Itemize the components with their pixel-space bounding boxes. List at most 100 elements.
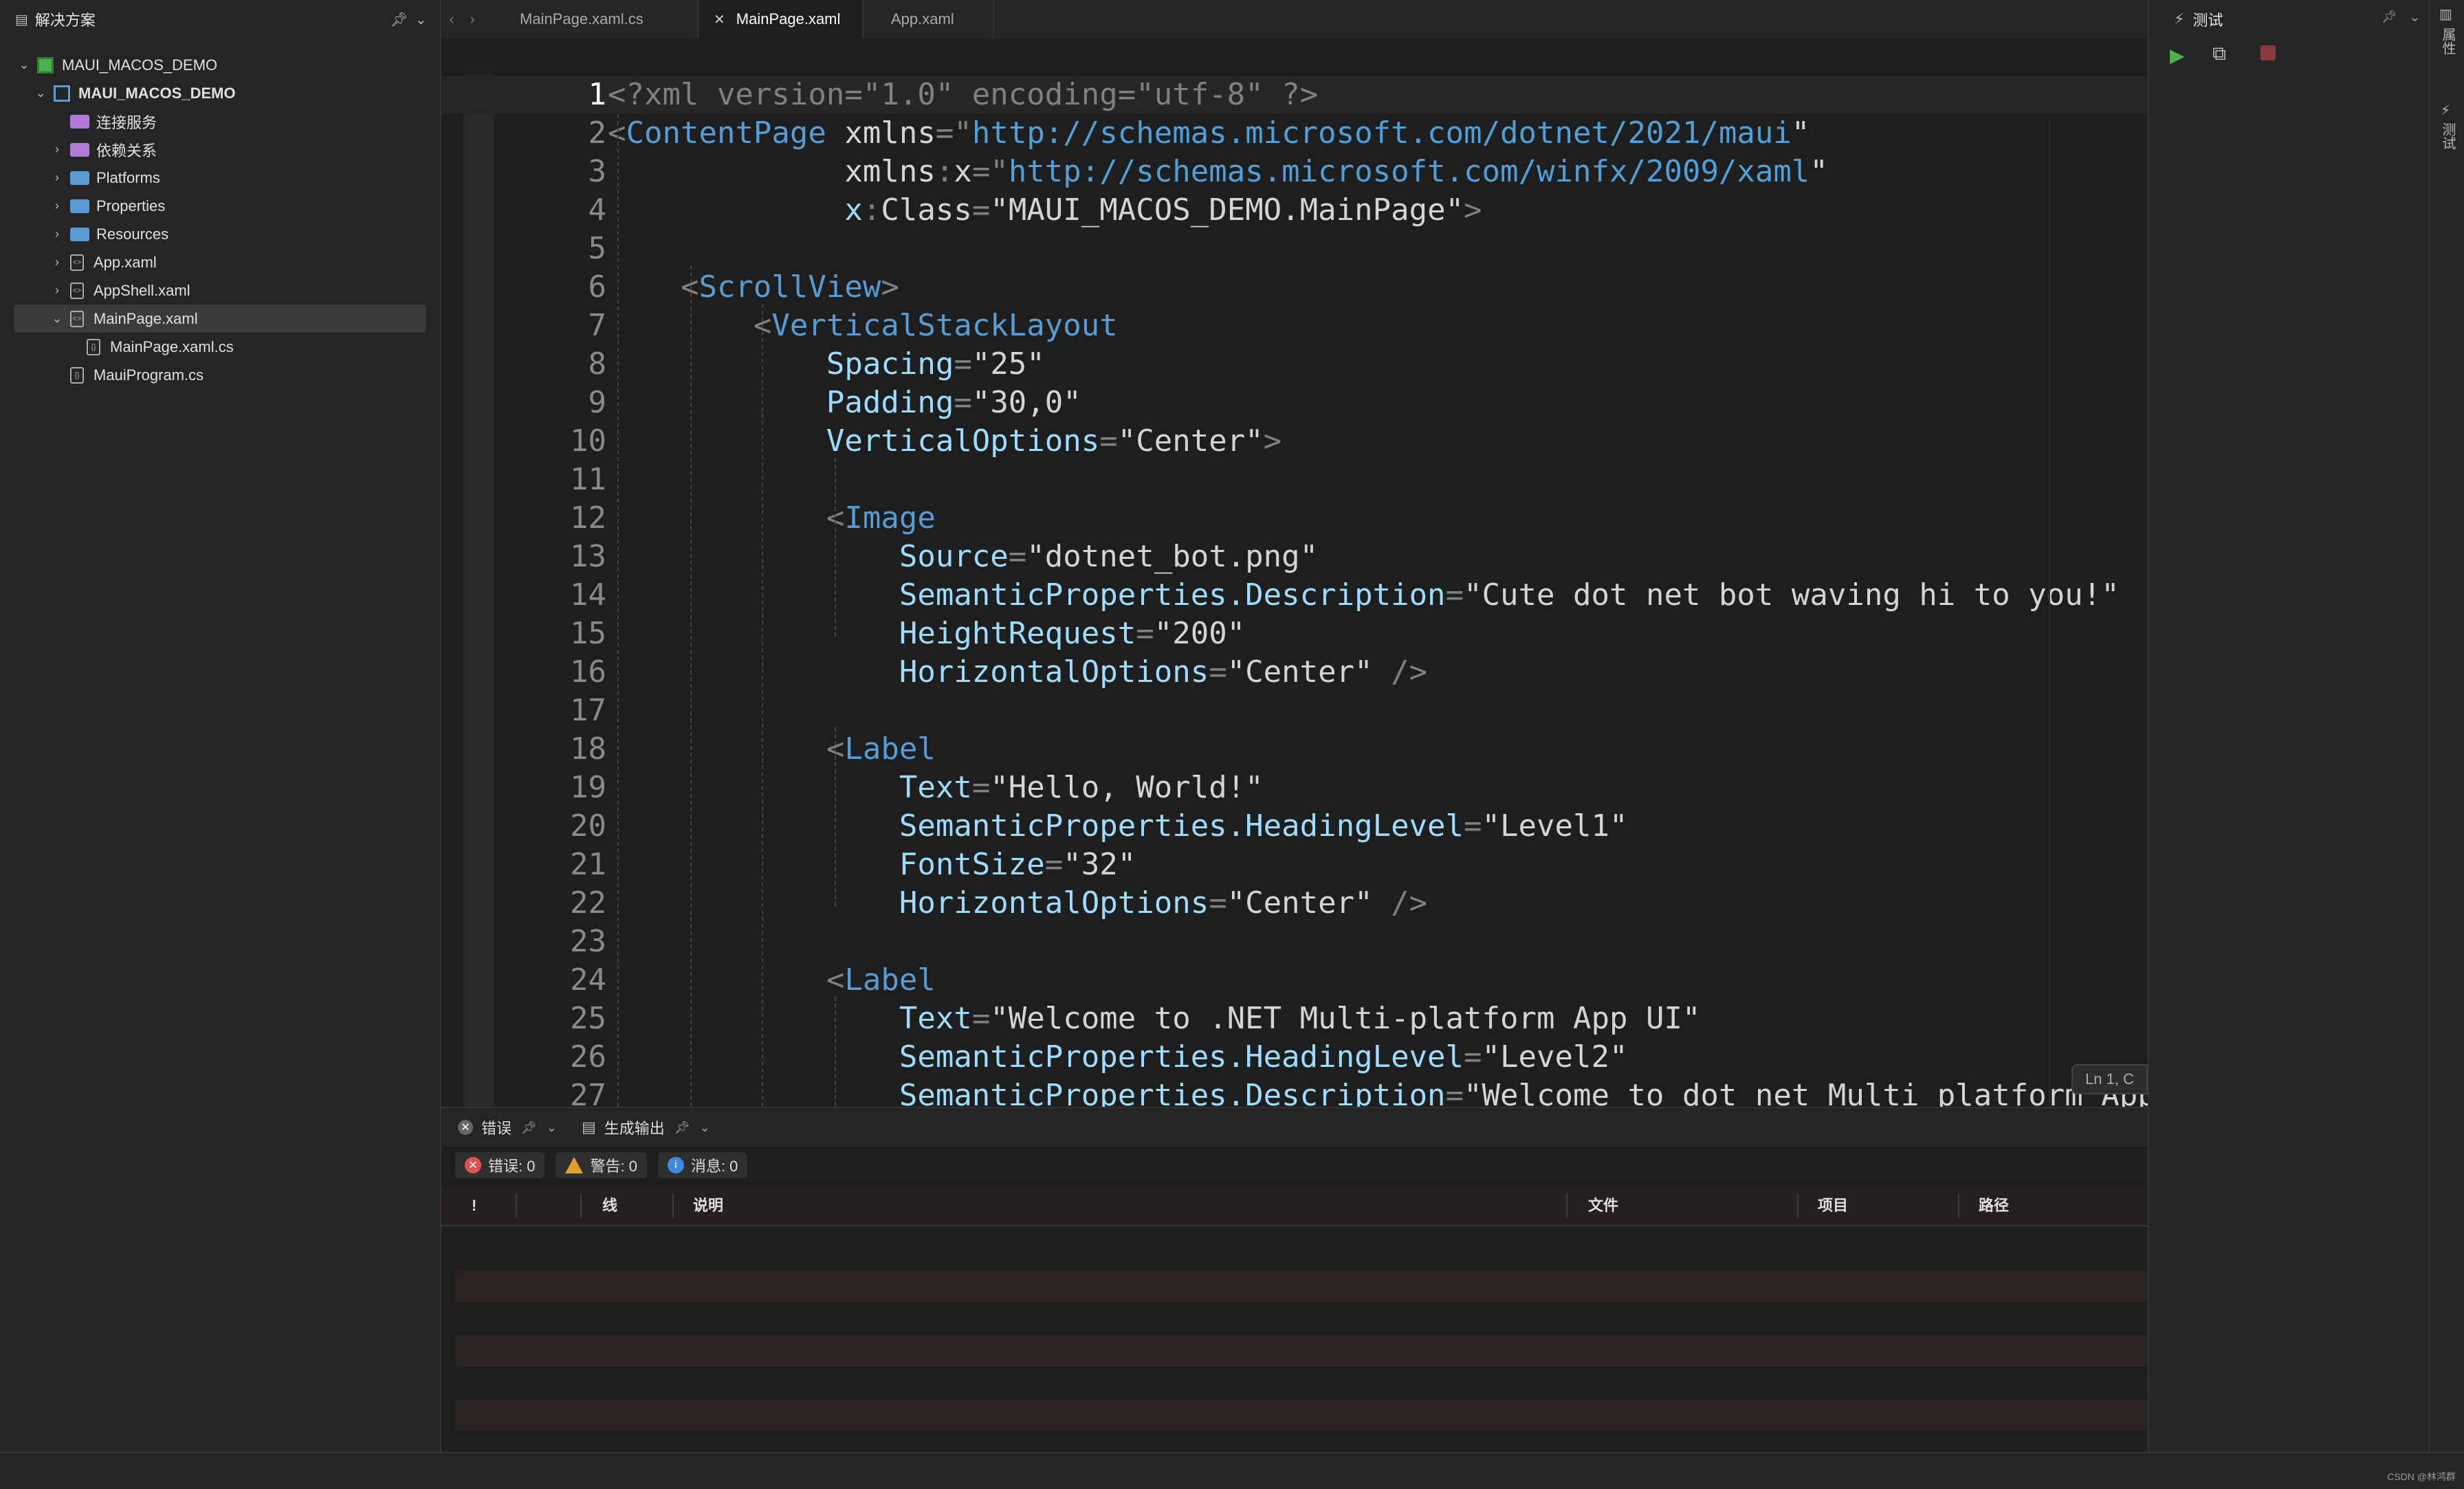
- code-line[interactable]: 22 HorizontalOptions="Center" />: [441, 884, 2148, 923]
- code-line[interactable]: 24 <Label: [441, 961, 2148, 1000]
- code-line[interactable]: 9 Padding="30,0": [441, 384, 2148, 422]
- cursor-position-badge: Ln 1, C: [2071, 1064, 2148, 1094]
- tree-item-label: 依赖关系: [96, 142, 157, 159]
- pin-icon[interactable]: 📌︎: [674, 1121, 690, 1135]
- chevron-down-icon[interactable]: ⌄: [16, 58, 32, 72]
- pin-icon[interactable]: 📌︎: [390, 11, 408, 28]
- code-line[interactable]: 4 x:Class="MAUI_MACOS_DEMO.MainPage">: [441, 191, 2148, 230]
- tree-item-platforms[interactable]: › Platforms: [0, 164, 440, 192]
- tree-item-maui-macos-demo[interactable]: ⌄ MAUI_MACOS_DEMO: [0, 79, 440, 107]
- tree-item-properties[interactable]: › Properties: [0, 192, 440, 220]
- run-tests-icon[interactable]: ▶︎: [2170, 44, 2185, 67]
- code-editor[interactable]: 1 <?xml version="1.0" encoding="utf-8" ?>…: [441, 38, 2148, 1107]
- code-line[interactable]: 7 <VerticalStackLayout: [441, 307, 2148, 345]
- chevron-right-icon[interactable]: ›: [50, 170, 65, 185]
- code-line[interactable]: 2 <ContentPage xmlns="http://schemas.micr…: [441, 114, 2148, 153]
- code-line[interactable]: 20 SemanticProperties.HeadingLevel="Leve…: [441, 807, 2148, 846]
- tree-item-appshell-xaml[interactable]: › <> AppShell.xaml: [0, 276, 440, 305]
- column-description[interactable]: 说明: [693, 1187, 723, 1225]
- error-list-row-empty: [455, 1270, 2148, 1302]
- code-line[interactable]: 17: [441, 692, 2148, 730]
- code-line[interactable]: 8 Spacing="25": [441, 345, 2148, 384]
- code-line[interactable]: 21 FontSize="32": [441, 846, 2148, 884]
- messages-filter-button[interactable]: i 消息: 0: [657, 1152, 748, 1178]
- code-text: Text="Hello, World!": [608, 770, 1264, 805]
- code-line[interactable]: 5: [441, 230, 2148, 268]
- tree-item-mauiprogram-cs[interactable]: {} MauiProgram.cs: [0, 361, 440, 389]
- code-line[interactable]: 14 SemanticProperties.Description="Cute …: [441, 576, 2148, 615]
- side-tab-properties[interactable]: 属性: [2438, 27, 2458, 55]
- errors-filter-button[interactable]: ✕ 错误: 0: [455, 1152, 545, 1178]
- stop-tests-icon[interactable]: [2260, 45, 2276, 60]
- tab-mainpage-xaml[interactable]: ✕ MainPage.xaml: [698, 0, 864, 38]
- code-line[interactable]: 3 xmlns:x="http://schemas.microsoft.com/…: [441, 153, 2148, 191]
- code-line[interactable]: 23: [441, 923, 2148, 961]
- code-line[interactable]: 26 SemanticProperties.HeadingLevel="Leve…: [441, 1038, 2148, 1077]
- close-icon[interactable]: ✕: [714, 11, 725, 28]
- code-line[interactable]: 16 HorizontalOptions="Center" />: [441, 653, 2148, 692]
- chevron-right-icon[interactable]: ›: [50, 199, 65, 213]
- tab-mainpage-xaml-cs[interactable]: MainPage.xaml.cs: [492, 0, 698, 38]
- code-line[interactable]: 13 Source="dotnet_bot.png": [441, 538, 2148, 576]
- tree-item-app-xaml[interactable]: › <> App.xaml: [0, 248, 440, 276]
- chevron-down-icon[interactable]: ⌄: [700, 1121, 710, 1135]
- code-line[interactable]: 12 <Image: [441, 499, 2148, 538]
- chevron-right-icon[interactable]: ›: [50, 283, 65, 298]
- column-file[interactable]: 文件: [1588, 1187, 1618, 1225]
- code-line[interactable]: 18 <Label: [441, 730, 2148, 769]
- column-separator: [580, 1193, 582, 1218]
- chevron-right-icon[interactable]: ›: [50, 227, 65, 241]
- tab-error-list[interactable]: ✕ 错误 📌︎ ⌄: [458, 1116, 557, 1138]
- code-line[interactable]: 6 <ScrollView>: [441, 268, 2148, 307]
- tab-app-xaml[interactable]: App.xaml: [864, 0, 994, 38]
- code-line[interactable]: 11: [441, 461, 2148, 499]
- code-text: xmlns:x="http://schemas.microsoft.com/wi…: [608, 154, 1828, 189]
- line-number: 18: [570, 731, 606, 766]
- tree-item-resources[interactable]: › Resources: [0, 220, 440, 248]
- chevron-down-icon[interactable]: ⌄: [50, 311, 65, 326]
- side-tab-tests[interactable]: 测试: [2438, 122, 2458, 150]
- column-line[interactable]: 线: [602, 1187, 617, 1225]
- chevron-right-icon[interactable]: ›: [50, 255, 65, 269]
- line-number: 9: [588, 385, 607, 420]
- csharp-file-icon: {}: [70, 366, 84, 384]
- line-number: 1: [588, 77, 607, 112]
- code-text: FontSize="32": [608, 847, 1136, 882]
- line-number: 15: [570, 616, 606, 651]
- pin-icon[interactable]: 📌︎: [2382, 10, 2397, 24]
- tab-scroll-right-icon[interactable]: ›: [462, 0, 483, 38]
- code-line[interactable]: 1 <?xml version="1.0" encoding="utf-8" ?>: [441, 76, 2148, 114]
- code-text: <Image: [608, 500, 936, 536]
- tree-item-maui-macos-demo[interactable]: ⌄ MAUI_MACOS_DEMO: [0, 51, 440, 79]
- tree-item[interactable]: 连接服务: [0, 107, 440, 135]
- test-panel-header: ⚡︎ 测试: [2174, 8, 2223, 30]
- tree-item[interactable]: › 依赖关系: [0, 135, 440, 164]
- indent-guide: [762, 304, 763, 1107]
- errors-count: 错误: 0: [488, 1158, 536, 1175]
- chevron-down-icon[interactable]: ⌄: [415, 11, 427, 28]
- run-selected-tests-icon[interactable]: ⧉: [2212, 43, 2226, 65]
- code-line[interactable]: 15 HeightRequest="200": [441, 615, 2148, 653]
- column-severity[interactable]: !: [472, 1187, 476, 1225]
- warnings-filter-button[interactable]: 警告: 0: [556, 1152, 647, 1178]
- line-number: 12: [570, 500, 606, 536]
- code-line[interactable]: 25 Text="Welcome to .NET Multi-platform …: [441, 1000, 2148, 1038]
- pin-icon[interactable]: 📌︎: [521, 1121, 537, 1135]
- tab-label: MainPage.xaml: [736, 10, 841, 27]
- code-line[interactable]: 27 SemanticProperties.Description="Welco…: [441, 1077, 2148, 1107]
- column-project[interactable]: 项目: [1818, 1187, 1848, 1225]
- line-number: 20: [570, 808, 606, 843]
- chevron-down-icon[interactable]: ⌄: [2409, 8, 2421, 25]
- chevron-down-icon[interactable]: ⌄: [547, 1121, 557, 1135]
- tree-item-mainpage-xaml-cs[interactable]: {} MainPage.xaml.cs: [0, 333, 440, 361]
- code-line[interactable]: 19 Text="Hello, World!": [441, 769, 2148, 807]
- chevron-down-icon[interactable]: ⌄: [33, 86, 48, 100]
- tab-build-output[interactable]: ▤ 生成输出 📌︎ ⌄: [582, 1116, 710, 1138]
- line-number: 5: [588, 231, 607, 266]
- code-line[interactable]: 10 VerticalOptions="Center">: [441, 422, 2148, 461]
- chevron-right-icon[interactable]: ›: [50, 142, 65, 157]
- tab-scroll-left-icon[interactable]: ‹: [441, 0, 462, 38]
- tree-item-mainpage-xaml[interactable]: ⌄ <> MainPage.xaml: [14, 305, 426, 333]
- column-path[interactable]: 路径: [1979, 1187, 2009, 1225]
- code-text: HorizontalOptions="Center" />: [608, 885, 1428, 920]
